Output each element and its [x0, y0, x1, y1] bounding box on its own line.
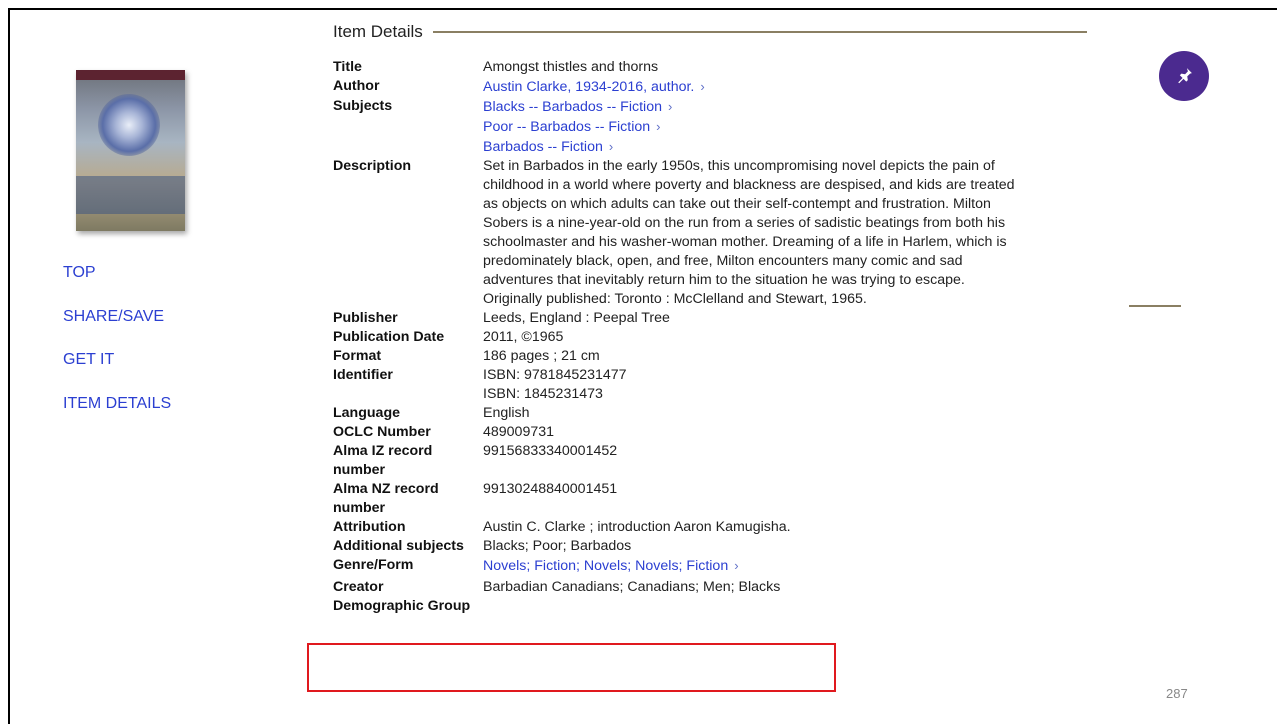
section-title: Item Details	[333, 22, 423, 41]
detail-row-title: Title Amongst thistles and thorns	[333, 58, 1093, 77]
detail-label: Format	[333, 348, 382, 364]
nav-share-save[interactable]: SHARE/SAVE	[63, 306, 171, 328]
detail-row-alma-iz: Alma IZ record number 99156833340001452	[333, 442, 1093, 480]
identifier-value: ISBN: 9781845231477	[483, 367, 627, 383]
detail-row-additional-subjects: Additional subjects Blacks; Poor; Barbad…	[333, 537, 1093, 556]
description-text: Set in Barbados in the early 1950s, this…	[483, 158, 1015, 307]
detail-row-description: Description Set in Barbados in the early…	[333, 157, 1093, 309]
detail-row-publisher: Publisher Leeds, England : Peepal Tree	[333, 309, 1093, 328]
identifier-value: ISBN: 1845231473	[483, 386, 603, 402]
detail-value: 99130248840001451	[483, 481, 618, 497]
section-nav: TOP SHARE/SAVE GET IT ITEM DETAILS	[63, 262, 171, 436]
subject-link[interactable]: Blacks -- Barbados -- Fiction ›	[483, 97, 1073, 117]
detail-label: Additional subjects	[333, 538, 464, 554]
pin-button[interactable]	[1159, 51, 1209, 101]
detail-row-creator-demographic: Creator Demographic Group Barbadian Cana…	[333, 578, 1093, 616]
item-details-table: Title Amongst thistles and thorns Author…	[333, 58, 1093, 616]
detail-label: Author	[333, 78, 380, 94]
detail-label: Title	[333, 59, 362, 75]
detail-label: Subjects	[333, 98, 393, 114]
detail-label: Alma NZ record number	[333, 481, 439, 516]
detail-row-oclc: OCLC Number 489009731	[333, 423, 1093, 442]
page-number: 287	[1166, 686, 1188, 701]
subject-link[interactable]: Barbados -- Fiction ›	[483, 137, 1073, 157]
chevron-right-icon: ›	[608, 139, 614, 154]
detail-row-genre-form: Genre/Form Novels; Fiction; Novels; Nove…	[333, 556, 1093, 576]
pin-icon	[1178, 68, 1192, 84]
detail-row-subjects: Subjects Blacks -- Barbados -- Fiction › …	[333, 97, 1093, 157]
detail-value: 489009731	[483, 424, 555, 440]
chevron-right-icon: ›	[734, 558, 739, 573]
detail-label: Creator Demographic Group	[333, 579, 471, 614]
detail-row-language: Language English	[333, 404, 1093, 423]
detail-label: Genre/Form	[333, 557, 414, 573]
section-header: Item Details	[333, 19, 1087, 45]
highlight-box	[307, 643, 836, 692]
detail-row-author: Author Austin Clarke, 1934-2016, author.…	[333, 77, 1093, 97]
chevron-right-icon: ›	[656, 119, 661, 134]
detail-value: English	[483, 405, 530, 421]
detail-value: Austin C. Clarke ; introduction Aaron Ka…	[483, 519, 791, 535]
detail-row-identifier: Identifier ISBN: 9781845231477 ISBN: 184…	[333, 366, 1093, 404]
chevron-right-icon: ›	[700, 79, 705, 94]
section-rule	[432, 31, 1087, 33]
detail-row-attribution: Attribution Austin C. Clarke ; introduct…	[333, 518, 1093, 537]
chevron-right-icon: ›	[667, 99, 673, 114]
detail-label: Publication Date	[333, 329, 445, 345]
detail-value: 186 pages ; 21 cm	[483, 348, 600, 364]
detail-label: Identifier	[333, 367, 393, 383]
detail-value: Blacks; Poor; Barbados	[483, 538, 632, 554]
detail-label: Language	[333, 405, 401, 421]
detail-row-alma-nz: Alma NZ record number 99130248840001451	[333, 480, 1093, 518]
nav-top[interactable]: TOP	[63, 262, 171, 284]
nav-item-details[interactable]: ITEM DETAILS	[63, 393, 171, 415]
side-divider	[1129, 305, 1181, 307]
genre-form-link[interactable]: Novels; Fiction; Novels; Novels; Fiction…	[483, 558, 739, 574]
detail-label: Publisher	[333, 310, 398, 326]
detail-value: Barbadian Canadians; Canadians; Men; Bla…	[483, 579, 781, 595]
detail-label: Attribution	[333, 519, 406, 535]
detail-label: OCLC Number	[333, 424, 431, 440]
detail-row-publication-date: Publication Date 2011, ©1965	[333, 328, 1093, 347]
detail-row-format: Format 186 pages ; 21 cm	[333, 347, 1093, 366]
subject-link[interactable]: Poor -- Barbados -- Fiction ›	[483, 117, 1073, 137]
detail-label: Description	[333, 158, 412, 174]
detail-value: 99156833340001452	[483, 443, 618, 459]
book-cover-image	[76, 70, 185, 231]
author-link[interactable]: Austin Clarke, 1934-2016, author. ›	[483, 79, 705, 95]
detail-value: Amongst thistles and thorns	[483, 59, 659, 75]
detail-value: 2011, ©1965	[483, 329, 564, 345]
nav-get-it[interactable]: GET IT	[63, 349, 171, 371]
detail-label: Alma IZ record number	[333, 443, 433, 478]
detail-value: Leeds, England : Peepal Tree	[483, 310, 670, 326]
